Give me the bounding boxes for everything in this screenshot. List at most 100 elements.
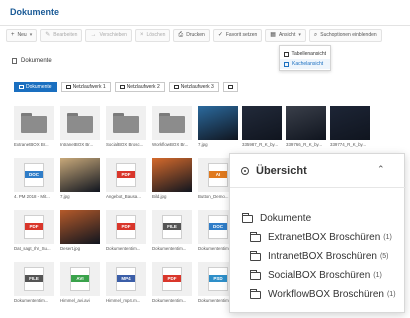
tree-item-label: SocialBOX Broschüren [268, 270, 371, 281]
tree-root-label: Dokumente [260, 213, 312, 224]
toolbar-button-0[interactable]: + Neu ▾ [6, 28, 38, 42]
tile-thumbnail: PDF [14, 210, 54, 244]
tile-thumbnail: FILE [14, 262, 54, 296]
tile-thumbnail [152, 158, 192, 192]
tile-label: Dokumententim... [152, 246, 187, 251]
file-tile[interactable]: PDF Dokumententim... [152, 262, 192, 303]
toolbar-button-4[interactable]: ⎙ Drucken [173, 28, 210, 42]
file-tile[interactable]: IntranetBOX Br... [60, 106, 100, 147]
chevron-down-icon: ▾ [298, 32, 301, 38]
toolbar-button-6[interactable]: ▦ Ansicht ▾ [265, 28, 306, 42]
toolbar-button-7[interactable]: ⌕ Suchoptionen einblenden [308, 28, 382, 42]
file-tile[interactable]: WorkflowBOX Br... [152, 106, 192, 147]
file-icon: AI [208, 163, 228, 187]
tile-thumbnail [14, 106, 54, 140]
tile-label: IntranetBOX Br... [60, 142, 94, 147]
overview-panel: Übersicht ⌃ Dokumente ExtranetBOX Brosch… [229, 153, 406, 313]
file-tile[interactable]: AVI Himmel_avi.avi [60, 262, 100, 303]
toolbar-button-label: Löschen [146, 32, 166, 38]
folder-icon [250, 250, 261, 261]
view-menu-item-0[interactable]: Tabellenansicht [280, 49, 330, 59]
folder-body [113, 116, 139, 133]
file-tile[interactable]: 339766_R_K_by... [286, 106, 326, 147]
tile-thumbnail: MP4 [106, 262, 146, 296]
document-icon [19, 85, 24, 89]
file-type-badge: PDF [163, 275, 181, 282]
tree-item[interactable]: WorkflowBOX Broschüren (1) [242, 285, 396, 304]
toolbar-button-3[interactable]: × Löschen [134, 28, 171, 42]
file-type-badge: FILE [25, 275, 43, 282]
tile-label: ExtranetBOX Br... [14, 142, 49, 147]
tree-item[interactable]: ExtranetBOX Broschüren (1) [242, 228, 396, 247]
tab-2[interactable]: Netzlaufwerk 2 [114, 82, 165, 92]
file-tile[interactable]: 7.jpg [60, 158, 100, 199]
check-icon: ✓ [217, 32, 223, 38]
file-tile[interactable]: FILE Dokumententim... [152, 210, 192, 251]
toolbar-button-5[interactable]: ✓ Favorit setzen [212, 28, 263, 42]
file-tile[interactable]: SocialBOX Brosc... [106, 106, 146, 147]
file-icon: MP4 [116, 267, 136, 291]
tree-item-label: ExtranetBOX Broschüren [268, 232, 381, 243]
folder-icon [21, 113, 47, 133]
tree-root[interactable]: Dokumente [242, 209, 396, 228]
tile-label: 335987_R_K_by... [242, 142, 279, 147]
file-tile[interactable]: PDF Dat_sagt_Ihr_Su... [14, 210, 54, 251]
toolbar-button-1[interactable]: ✎ Bearbeiten [40, 28, 83, 42]
file-tile[interactable]: PDF Dokumententim... [106, 210, 146, 251]
tile-label: 4. PM 2018 - Mit... [14, 194, 50, 199]
file-tile[interactable]: FILE Dokumententim... [14, 262, 54, 303]
breadcrumb-label[interactable]: Dokumente [21, 58, 52, 64]
tree-item[interactable]: SocialBOX Broschüren (1) [242, 266, 396, 285]
tile-thumbnail: FILE [152, 210, 192, 244]
file-tile[interactable]: 7.jpg [198, 106, 238, 147]
file-icon: DOC [208, 215, 228, 239]
plus-icon: + [11, 32, 15, 38]
panel-title: Übersicht [256, 165, 307, 177]
grid-icon: ▦ [270, 32, 276, 38]
file-tile[interactable]: ExtranetBOX Br... [14, 106, 54, 147]
tree-item-label: WorkflowBOX Broschüren [268, 289, 384, 300]
toolbar-button-label: Suchoptionen einblenden [320, 32, 377, 38]
tree-item[interactable]: IntranetBOX Broschüren (5) [242, 247, 396, 266]
tab-3[interactable]: Netzlaufwerk 3 [168, 82, 219, 92]
tile-thumbnail [198, 106, 238, 140]
image-thumbnail [330, 106, 370, 140]
document-icon [12, 58, 17, 64]
tab-label: Dokumente [26, 84, 52, 90]
image-thumbnail [60, 210, 100, 244]
toolbar-button-label: Favorit setzen [225, 32, 258, 38]
file-tile[interactable]: PDF Angebot_Bausa... [106, 158, 146, 199]
tab-4[interactable] [222, 82, 238, 92]
tile-label: Himmel_avi.avi [60, 298, 90, 303]
file-tile[interactable]: DOC 4. PM 2018 - Mit... [14, 158, 54, 199]
tree-item-count: (1) [373, 272, 382, 279]
file-type-badge: AI [209, 171, 227, 178]
table-icon [284, 51, 289, 57]
chevron-up-icon[interactable]: ⌃ [377, 164, 385, 175]
file-tile[interactable]: 335987_R_K_by... [242, 106, 282, 147]
app-window: Dokumente + Neu ▾ ✎ Bearbeiten → Verschieben × L… [0, 0, 410, 318]
file-tile[interactable]: 339774_R_K_by... [330, 106, 370, 147]
tile-label: SocialBOX Brosc... [106, 142, 144, 147]
title-bar: Dokumente [0, 0, 410, 26]
image-thumbnail [242, 106, 282, 140]
search-icon: ⌕ [313, 32, 318, 38]
folder-icon [67, 113, 93, 133]
panel-header[interactable]: Übersicht ⌃ [230, 154, 406, 188]
file-icon: PDF [24, 215, 44, 239]
tiles-icon [284, 61, 289, 67]
tab-1[interactable]: Netzlaufwerk 1 [60, 82, 111, 92]
tab-0[interactable]: Dokumente [14, 82, 57, 92]
file-type-badge: PDF [25, 223, 43, 230]
tile-label: Dokumententim... [152, 298, 187, 303]
folder-tree: Dokumente ExtranetBOX Broschüren (1) Intra… [242, 209, 396, 304]
toolbar-button-2[interactable]: → Verschieben [85, 28, 132, 42]
folder-icon [159, 113, 185, 133]
arrow-icon: → [90, 32, 97, 38]
file-tile[interactable]: Desert.jpg [60, 210, 100, 251]
toolbar-button-label: Neu [17, 32, 27, 38]
view-menu-item-1[interactable]: Kachelansicht [280, 59, 330, 69]
file-tile[interactable]: Bild.jpg [152, 158, 192, 199]
image-thumbnail [286, 106, 326, 140]
file-tile[interactable]: MP4 Himmel_mp4.m... [106, 262, 146, 303]
